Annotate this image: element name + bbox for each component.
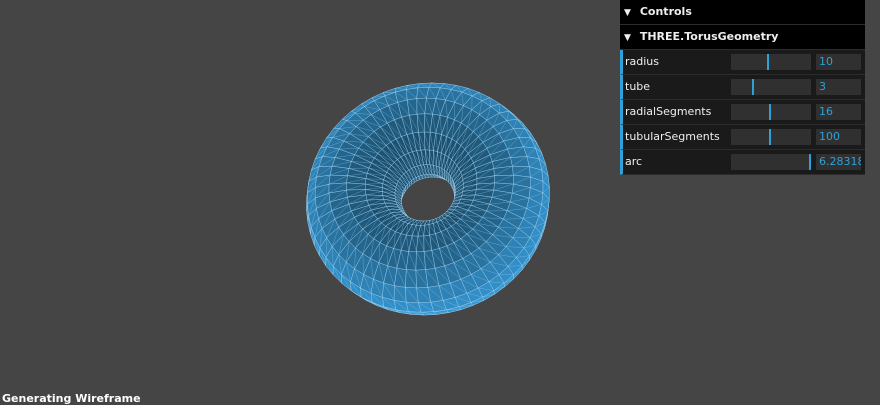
controls-header[interactable]: ▼ Controls <box>620 0 865 25</box>
torus-face <box>510 157 529 167</box>
param-label: tube <box>625 75 650 99</box>
radius-slider[interactable] <box>731 54 811 70</box>
slider-fill <box>731 54 769 70</box>
slider-fill <box>731 104 771 120</box>
slider-fill <box>731 79 754 95</box>
param-label: arc <box>625 150 642 174</box>
tubularSegments-slider[interactable] <box>731 129 811 145</box>
torus-geometry-folder[interactable]: ▼ THREE.TorusGeometry <box>620 25 865 50</box>
arc-input[interactable]: 6.283185 <box>816 154 861 170</box>
chevron-down-icon: ▼ <box>624 1 636 25</box>
folder-title: THREE.TorusGeometry <box>640 30 779 43</box>
param-row-tubularSegments: tubularSegments 100 <box>620 125 865 150</box>
chevron-down-icon: ▼ <box>624 26 636 50</box>
controls-title: Controls <box>640 5 692 18</box>
param-label: radialSegments <box>625 100 711 124</box>
param-label: radius <box>625 50 659 74</box>
tubularSegments-input[interactable]: 100 <box>816 129 861 145</box>
tube-input[interactable]: 3 <box>816 79 861 95</box>
param-row-tube: tube 3 <box>620 75 865 100</box>
radialSegments-slider[interactable] <box>731 104 811 120</box>
controls-panel: ▼ Controls ▼ THREE.TorusGeometry radius 1… <box>620 0 865 175</box>
tube-slider[interactable] <box>731 79 811 95</box>
torus-face <box>406 88 417 100</box>
param-row-radialSegments: radialSegments 16 <box>620 100 865 125</box>
slider-fill <box>731 154 811 170</box>
radius-input[interactable]: 10 <box>816 54 861 70</box>
torus-face <box>416 236 424 252</box>
param-row-radius: radius 10 <box>620 50 865 75</box>
param-label: tubularSegments <box>625 125 720 149</box>
radialSegments-input[interactable]: 16 <box>816 104 861 120</box>
slider-fill <box>731 129 771 145</box>
arc-slider[interactable] <box>731 154 811 170</box>
param-row-arc: arc 6.283185 <box>620 150 865 175</box>
